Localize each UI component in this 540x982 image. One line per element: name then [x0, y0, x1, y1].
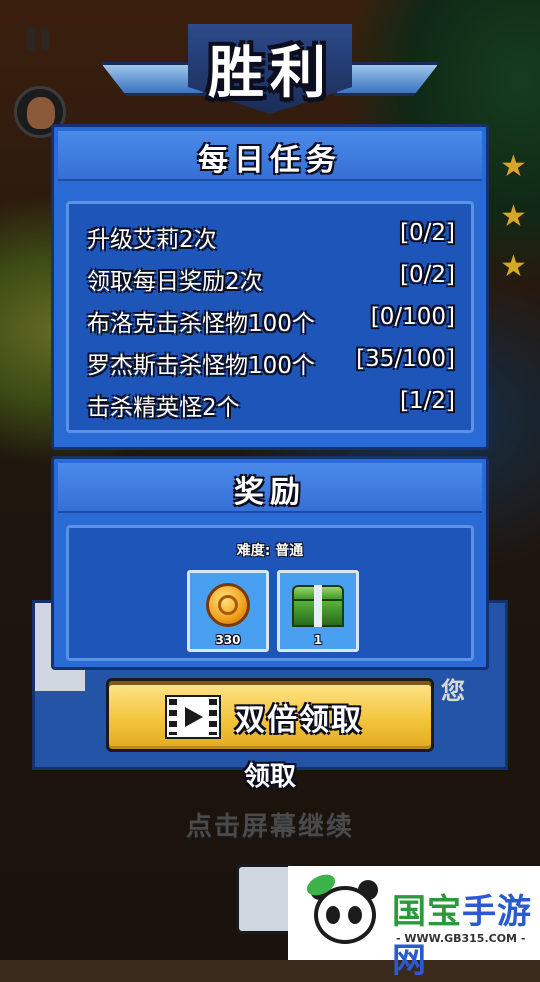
tap-to-continue-hint: 点击屏幕继续: [185, 812, 354, 842]
star-icon: ★: [500, 249, 527, 284]
reward-count: 330: [215, 633, 241, 647]
reward-count: 1: [313, 633, 323, 647]
victory-banner: 胜利: [100, 20, 440, 120]
task-progress: [1/2]: [400, 388, 455, 414]
reward-slot-gold[interactable]: 330: [187, 570, 269, 652]
star-icon: ★: [500, 149, 527, 184]
hero-portrait: [236, 864, 296, 934]
claim-button[interactable]: 领取: [0, 756, 540, 793]
daily-tasks-panel: 每日任务 升级艾莉2次 [0/2] 领取每日奖励2次 [0/2] 布洛克击杀怪物…: [51, 124, 489, 450]
victory-title: 胜利: [208, 41, 332, 106]
watermark: 国宝手游网 - WWW.GB315.COM -: [288, 866, 540, 981]
rewards-header: 奖励: [58, 463, 482, 513]
daily-tasks-heading: 每日任务: [198, 143, 342, 178]
watermark-url: - WWW.GB315.COM -: [396, 932, 526, 945]
task-progress: [0/2]: [400, 262, 455, 288]
star-icon: ★: [500, 199, 527, 234]
task-row: 领取每日奖励2次 [0/2]: [87, 262, 455, 298]
reward-slot-chest[interactable]: 1: [277, 570, 359, 652]
task-row: 击杀精英怪2个 [1/2]: [87, 388, 455, 424]
task-list: 升级艾莉2次 [0/2] 领取每日奖励2次 [0/2] 布洛克击杀怪物100个 …: [66, 201, 474, 433]
task-row: 升级艾莉2次 [0/2]: [87, 220, 455, 256]
video-ad-icon: [165, 695, 221, 739]
star-rating: ★ ★ ★: [500, 152, 536, 302]
pause-icon[interactable]: [27, 27, 53, 51]
difficulty-label: 难度: 普通: [236, 543, 304, 559]
task-progress: [35/100]: [356, 346, 455, 372]
daily-tasks-header: 每日任务: [58, 131, 482, 181]
task-name: 升级艾莉2次: [87, 227, 217, 253]
task-progress: [0/2]: [400, 220, 455, 246]
green-chest-icon: [292, 585, 344, 627]
task-row: 罗杰斯击杀怪物100个 [35/100]: [87, 346, 455, 382]
task-progress: [0/100]: [370, 304, 455, 330]
task-row: 布洛克击杀怪物100个 [0/100]: [87, 304, 455, 340]
double-claim-label: 双倍领取: [235, 703, 363, 738]
task-name: 击杀精英怪2个: [87, 395, 240, 421]
rewards-heading: 奖励: [234, 475, 306, 510]
rewards-panel: 奖励 难度: 普通 330 1: [51, 456, 489, 670]
panda-logo-icon: [303, 870, 380, 948]
reward-box: 难度: 普通 330 1: [66, 525, 474, 661]
background-text: 您: [441, 677, 465, 705]
task-name: 布洛克击杀怪物100个: [87, 311, 315, 337]
gold-coin-icon: [206, 583, 250, 627]
task-name: 领取每日奖励2次: [87, 269, 263, 295]
task-name: 罗杰斯击杀怪物100个: [87, 353, 315, 379]
double-claim-button[interactable]: 双倍领取: [106, 678, 434, 752]
watermark-name-part1: 国宝: [392, 892, 462, 932]
